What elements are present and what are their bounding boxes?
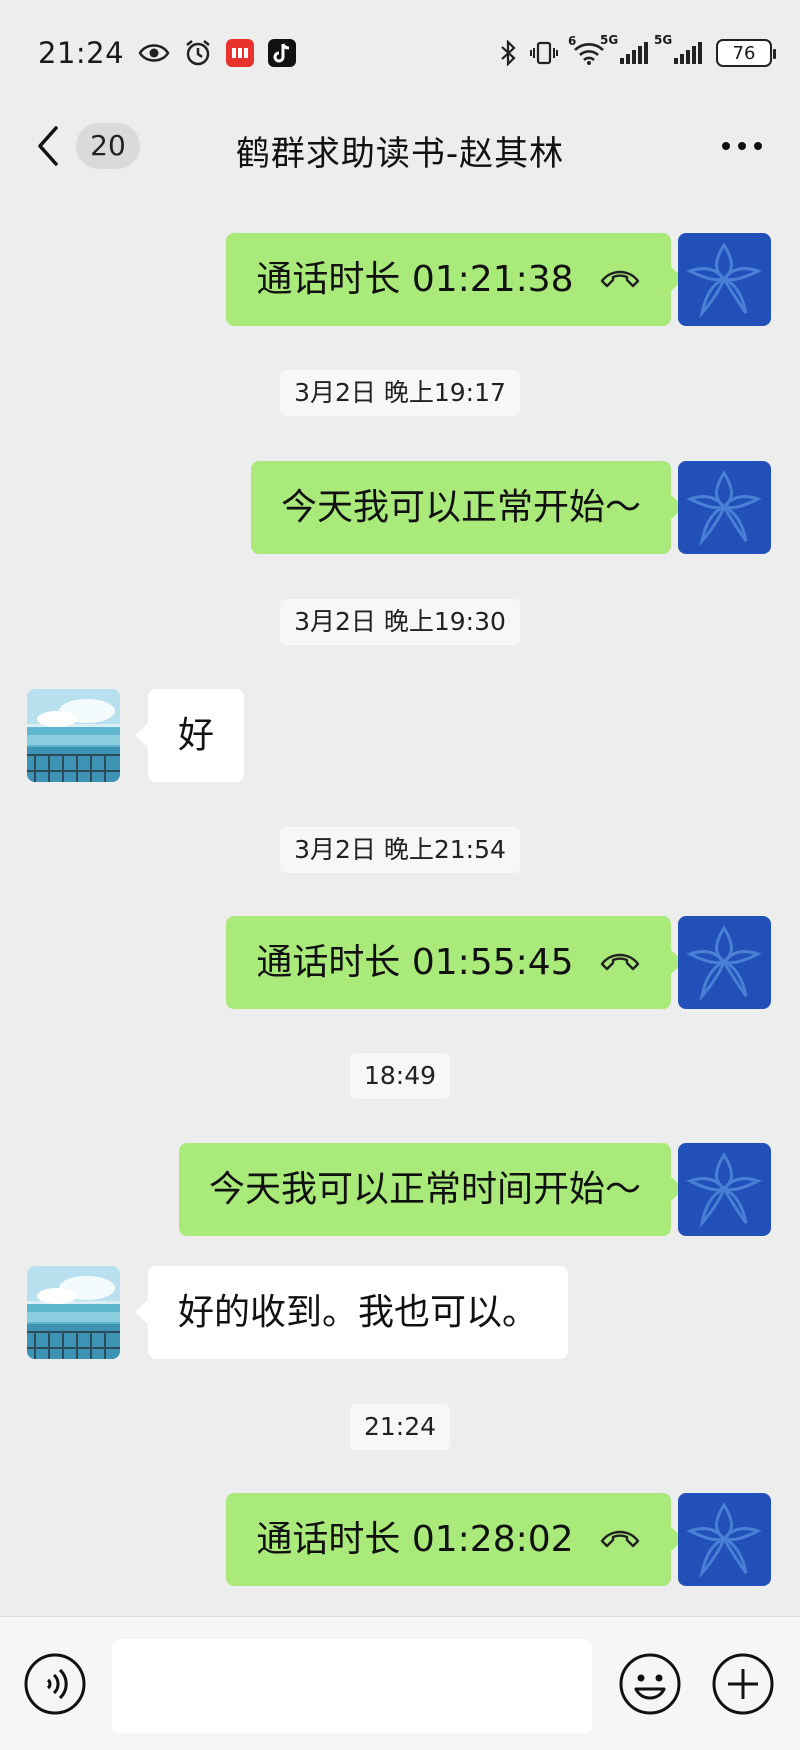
message-bubble[interactable]: 今天我可以正常开始～: [250, 461, 685, 554]
avatar[interactable]: [27, 1266, 120, 1359]
chat-header: 20 鹤群求助读书-赵其林: [0, 106, 800, 186]
call-record-bubble[interactable]: 通话时长 01:21:38: [226, 233, 684, 326]
more-button[interactable]: [718, 128, 766, 164]
message-timestamp: 3月2日 晚上19:17: [280, 370, 520, 416]
flower-avatar-icon: [678, 233, 771, 326]
call-duration-text: 通话时长 01:28:02: [256, 1519, 574, 1560]
message-timestamp: 18:49: [349, 1053, 451, 1099]
battery-level: 76: [732, 42, 756, 64]
avatar[interactable]: [678, 1493, 771, 1586]
phone-hangup-icon: [600, 953, 640, 971]
wifi-tag: 6: [568, 34, 577, 48]
more-functions-button[interactable]: [710, 1651, 776, 1717]
call-record-bubble[interactable]: 通话时长 01:55:45: [226, 916, 684, 1009]
message-input[interactable]: [112, 1639, 592, 1733]
voice-icon: [24, 1653, 86, 1715]
seascape-avatar-icon: [27, 689, 120, 782]
phone-hangup-icon: [600, 270, 640, 288]
avatar[interactable]: [678, 233, 771, 326]
battery-icon: 76: [716, 39, 776, 67]
plus-icon: [712, 1653, 774, 1715]
seascape-avatar-icon: [27, 1266, 120, 1359]
avatar[interactable]: [678, 1143, 771, 1236]
alarm-icon: [184, 39, 212, 67]
emoji-button[interactable]: [617, 1651, 683, 1717]
call-record-bubble[interactable]: 通话时长 01:28:02: [226, 1493, 684, 1586]
call-duration-text: 通话时长 01:55:45: [256, 942, 574, 983]
signal-icon: 5G: [600, 33, 648, 64]
avatar[interactable]: [678, 461, 771, 554]
network-label-2: 5G: [654, 33, 673, 47]
input-bar: [0, 1616, 800, 1750]
signal-icon: 5G: [654, 33, 702, 64]
more-dots-icon: [722, 142, 762, 150]
message-timestamp: 21:24: [349, 1404, 451, 1450]
emoji-icon: [619, 1653, 681, 1715]
status-bar: 21:24 6 5G 5G 76: [0, 0, 800, 106]
message-bubble[interactable]: 好的收到。我也可以。: [134, 1266, 569, 1359]
app-icon: [226, 39, 255, 67]
flower-avatar-icon: [678, 1493, 771, 1586]
bluetooth-icon: [500, 40, 516, 66]
phone-hangup-icon: [600, 1530, 640, 1548]
message-timestamp: 3月2日 晚上21:54: [280, 827, 520, 873]
eye-icon: [138, 42, 170, 64]
chat-title: 鹤群求助读书-赵其林: [235, 134, 565, 174]
avatar[interactable]: [27, 689, 120, 782]
flower-avatar-icon: [678, 1143, 771, 1236]
flower-avatar-icon: [678, 461, 771, 554]
voice-button[interactable]: [22, 1651, 88, 1717]
network-label-1: 5G: [600, 33, 619, 47]
message-bubble[interactable]: 今天我可以正常时间开始～: [178, 1143, 685, 1236]
avatar[interactable]: [678, 916, 771, 1009]
vibrate-icon: [530, 41, 558, 65]
status-time: 21:24: [38, 36, 125, 70]
tiktok-icon: [268, 39, 297, 67]
message-timestamp: 3月2日 晚上19:30: [280, 599, 520, 645]
message-bubble[interactable]: 好: [134, 689, 245, 782]
flower-avatar-icon: [678, 916, 771, 1009]
call-duration-text: 通话时长 01:21:38: [256, 259, 574, 300]
